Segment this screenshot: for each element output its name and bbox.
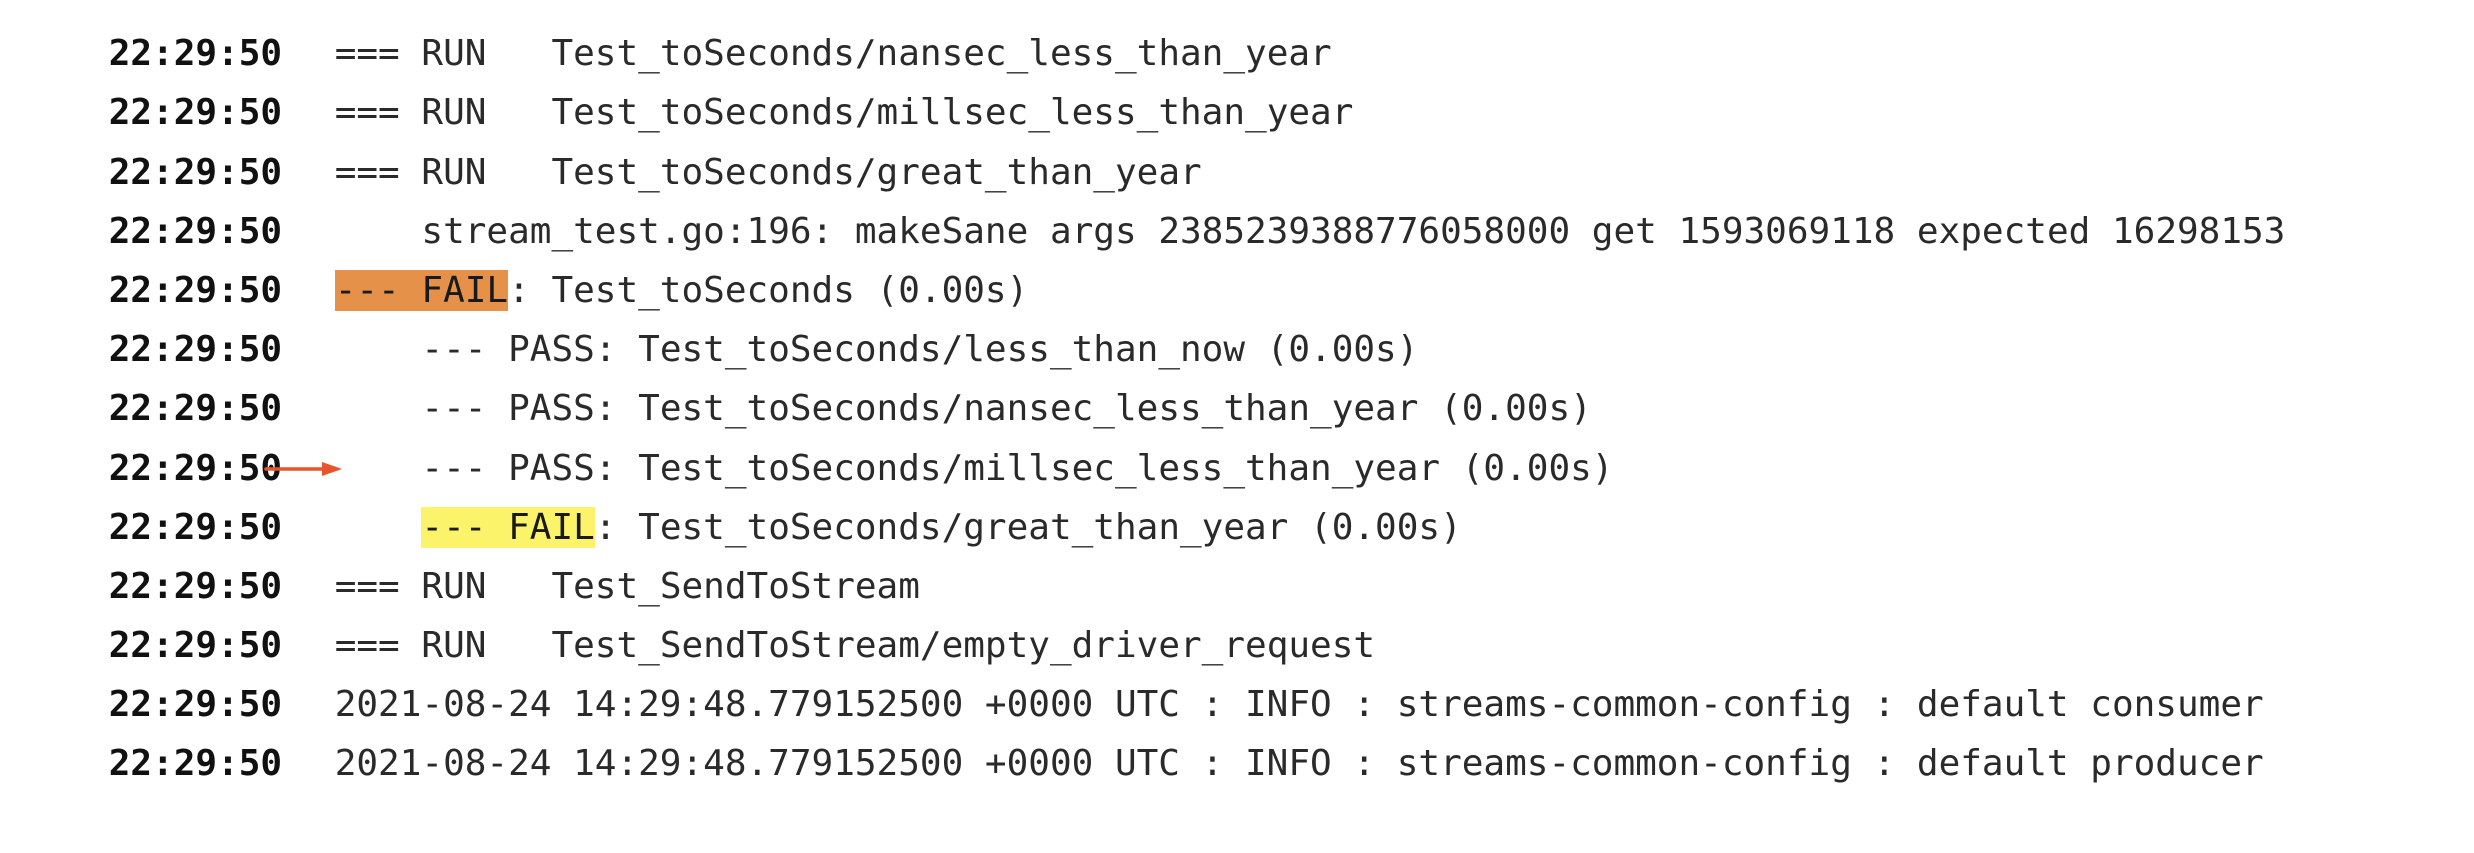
log-line: 22:29:50 --- PASS: Test_toSeconds/millse…: [22, 379, 2474, 489]
log-line: 22:29:50 stream_test.go:196: makeSane ar…: [22, 143, 2474, 252]
log-message: 2021-08-24 14:29:48.779152500 +0000 UTC …: [334, 743, 2264, 785]
arrow-right-icon: [264, 461, 342, 476]
log-line: 22:29:50 --- PASS: Test_toSeconds/less_t…: [22, 261, 2474, 370]
log-timestamp: 22:29:50: [108, 743, 283, 785]
log-line-fail-summary: 22:29:50 --- FAIL: Test_toSeconds (0.00s): [22, 202, 2474, 311]
log-line: 22:29:50 === RUN Test_toSeconds/nansec_le…: [22, 0, 2474, 74]
log-line: 22:29:50 --- PASS: Test_toSeconds/nansec…: [22, 320, 2474, 429]
log-line: 22:29:50 === RUN Test_SendToStream: [22, 498, 2474, 607]
log-line-fail-subtest: 22:29:50 --- FAIL: Test_toSeconds/great_…: [22, 439, 2474, 548]
log-line: 22:29:50 2021-08-24 14:29:48.779152500 +0…: [22, 675, 2474, 784]
log-line: 22:29:50 2021-08-24 14:29:48.779152500 +0…: [22, 616, 2474, 725]
log-line: 22:29:50 === RUN Test_toSeconds/great_tha…: [22, 83, 2474, 193]
log-line: 22:29:50 === RUN Test_toSeconds/millsec_l…: [22, 24, 2474, 133]
test-log-output: 22:29:50 === RUN Test_toSeconds/nansec_le…: [22, 0, 2474, 784]
log-line: 22:29:50 === RUN Test_SendToStream/empty_…: [22, 557, 2474, 666]
